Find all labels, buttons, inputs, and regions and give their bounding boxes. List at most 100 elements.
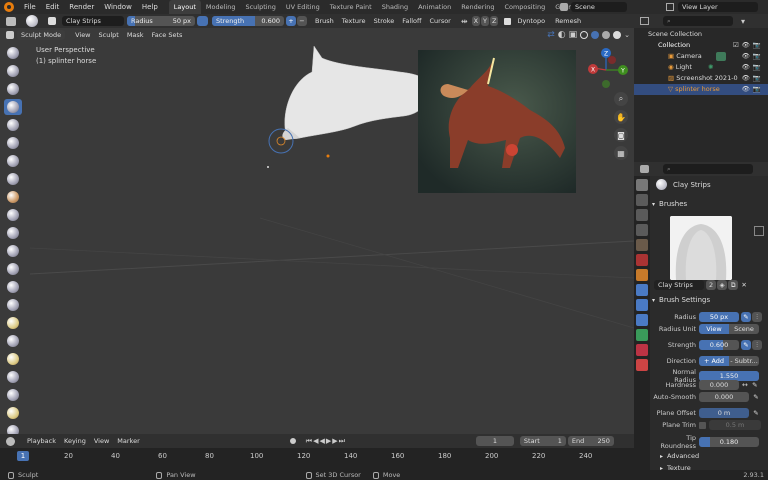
- texture-subpanel-header[interactable]: ▸ Texture: [660, 464, 691, 472]
- output-tab-icon[interactable]: [636, 209, 648, 221]
- tool-blob[interactable]: [4, 171, 22, 187]
- plane-offset-field[interactable]: 0 m: [699, 408, 749, 418]
- strength-slider[interactable]: Strength 0.600: [212, 16, 284, 26]
- hardness-field[interactable]: 0.000: [699, 380, 739, 390]
- brush-settings-panel-header[interactable]: ▾ Brush Settings: [652, 296, 710, 304]
- face-sets-menu[interactable]: Face Sets: [148, 30, 187, 40]
- start-frame-field[interactable]: Start 1: [519, 436, 566, 446]
- radius-pressure-toggle-icon[interactable]: ✎: [741, 312, 751, 322]
- view-layer-field[interactable]: View Layer: [678, 2, 758, 12]
- visibility-toggles[interactable]: 👁📷: [742, 84, 764, 95]
- view-menu[interactable]: View: [71, 30, 94, 40]
- add-direction-button[interactable]: +: [286, 16, 296, 26]
- material-shading-icon[interactable]: [602, 31, 611, 39]
- solid-shading-icon[interactable]: [591, 31, 600, 39]
- outliner[interactable]: Scene Collection Collection ☑👁📷 ▣ Camera…: [634, 28, 768, 162]
- keying-menu[interactable]: Keying: [60, 436, 90, 446]
- shading-dropdown-icon[interactable]: ⌄: [624, 31, 630, 39]
- dyntopo-label[interactable]: Dyntopo: [513, 16, 549, 26]
- visibility-toggles[interactable]: 👁📷: [742, 73, 764, 84]
- stroke-menu[interactable]: Stroke: [370, 16, 399, 26]
- tab-texture-paint[interactable]: Texture Paint: [325, 0, 377, 14]
- tool-multiplane-scrape[interactable]: [4, 279, 22, 295]
- modifiers-tab-icon[interactable]: [636, 284, 648, 296]
- mode-selector[interactable]: Sculpt Mode: [17, 29, 66, 40]
- radius-prop-field[interactable]: 50 px: [699, 312, 739, 322]
- unlink-brush-icon[interactable]: ✕: [739, 280, 749, 290]
- tool-flatten[interactable]: [4, 225, 22, 241]
- advanced-subpanel-header[interactable]: ▸ Advanced: [660, 452, 699, 460]
- 3d-viewport[interactable]: [0, 28, 634, 434]
- mask-menu[interactable]: Mask: [123, 30, 148, 40]
- radius-unit-scene-button[interactable]: Scene: [729, 324, 759, 334]
- tab-layout[interactable]: Layout: [168, 0, 201, 14]
- filter-icon[interactable]: ▾: [741, 17, 745, 26]
- object-tab-icon[interactable]: [636, 269, 648, 281]
- tool-draw-sharp[interactable]: [4, 63, 22, 79]
- tab-uv-editing[interactable]: UV Editing: [281, 0, 325, 14]
- properties-editor-icon[interactable]: [640, 165, 649, 173]
- tool-crease[interactable]: [4, 189, 22, 205]
- plane-trim-checkbox[interactable]: [699, 421, 706, 429]
- plane-trim-field[interactable]: 0.5 m: [709, 420, 761, 430]
- symmetry-icon[interactable]: ⇹: [461, 17, 468, 26]
- brush-menu[interactable]: Brush: [311, 16, 338, 26]
- tool-pose[interactable]: [4, 387, 22, 403]
- tool-snake-hook[interactable]: [4, 351, 22, 367]
- data-tab-icon[interactable]: [636, 329, 648, 341]
- tool-tab-icon[interactable]: [636, 179, 648, 191]
- xray-toggle-icon[interactable]: ▣: [569, 30, 578, 40]
- tool-thumb[interactable]: [4, 369, 22, 385]
- tool-mask[interactable]: [4, 405, 22, 421]
- tool-pinch[interactable]: [4, 297, 22, 313]
- brush-name-field[interactable]: Clay Strips: [62, 16, 124, 26]
- hardness-invert-icon[interactable]: ↔: [742, 381, 748, 389]
- tab-rendering[interactable]: Rendering: [456, 0, 499, 14]
- world-tab-icon[interactable]: [636, 254, 648, 266]
- visibility-toggles[interactable]: 👁📷: [742, 62, 764, 73]
- brush-preview-icon[interactable]: [26, 15, 38, 27]
- tab-animation[interactable]: Animation: [413, 0, 456, 14]
- radius-pressure-icon[interactable]: [197, 16, 208, 26]
- editor-type-icon[interactable]: [6, 16, 16, 26]
- tool-clay[interactable]: [4, 81, 22, 97]
- tool-inflate[interactable]: [4, 153, 22, 169]
- tip-roundness-slider[interactable]: 0.180: [699, 437, 759, 447]
- fake-user-icon[interactable]: ◈: [717, 280, 728, 290]
- tab-compositing[interactable]: Compositing: [499, 0, 550, 14]
- auto-smooth-pressure-icon[interactable]: ✎: [751, 392, 761, 402]
- texture-tab-icon[interactable]: [636, 359, 648, 371]
- outliner-row-splinter-horse[interactable]: ▽ splinter horse 👁📷: [634, 84, 768, 95]
- texture-menu[interactable]: Texture: [338, 16, 370, 26]
- tool-scrape[interactable]: [4, 261, 22, 277]
- radius-unit-view-button[interactable]: View: [699, 324, 729, 334]
- outliner-search-input[interactable]: ⌕: [663, 16, 733, 26]
- blender-logo-icon[interactable]: [4, 2, 14, 12]
- hardness-pressure-icon[interactable]: ✎: [750, 380, 760, 390]
- brush-browse-icon[interactable]: [48, 17, 56, 25]
- render-tab-icon[interactable]: [636, 194, 648, 206]
- tool-smooth[interactable]: [4, 207, 22, 223]
- tool-elastic-deform[interactable]: [4, 333, 22, 349]
- scene-selector[interactable]: Scene: [560, 2, 634, 12]
- duplicate-brush-icon[interactable]: ⧉: [728, 280, 739, 290]
- direction-subtract-button[interactable]: - Subtr...: [729, 356, 759, 366]
- axis-y-toggle[interactable]: Y: [481, 16, 489, 26]
- tool-clay-strips[interactable]: [4, 99, 22, 115]
- outliner-row-screenshot[interactable]: ▨ Screenshot 2021-0 👁📷: [634, 73, 768, 84]
- outliner-row-collection[interactable]: Collection ☑👁📷: [634, 40, 768, 51]
- menu-edit[interactable]: Edit: [41, 0, 65, 14]
- outliner-row-scene-collection[interactable]: Scene Collection: [634, 29, 768, 40]
- tool-fill[interactable]: [4, 243, 22, 259]
- axis-x-toggle[interactable]: X: [471, 16, 481, 26]
- frame-ruler[interactable]: 1 20 40 60 80 100 120 140 160 180 200 22…: [0, 450, 634, 462]
- overlay-toggle-icon[interactable]: ◐: [558, 30, 566, 40]
- auto-smooth-field[interactable]: 0.000: [699, 392, 749, 402]
- gizmo-toggle-icon[interactable]: ⇄: [547, 30, 555, 40]
- scene-field[interactable]: Scene: [571, 2, 627, 12]
- tab-modeling[interactable]: Modeling: [201, 0, 241, 14]
- scene-tab-icon[interactable]: [636, 239, 648, 251]
- radius-slider[interactable]: Radius 50 px: [127, 16, 195, 26]
- rendered-shading-icon[interactable]: [613, 31, 622, 39]
- tool-draw[interactable]: [4, 45, 22, 61]
